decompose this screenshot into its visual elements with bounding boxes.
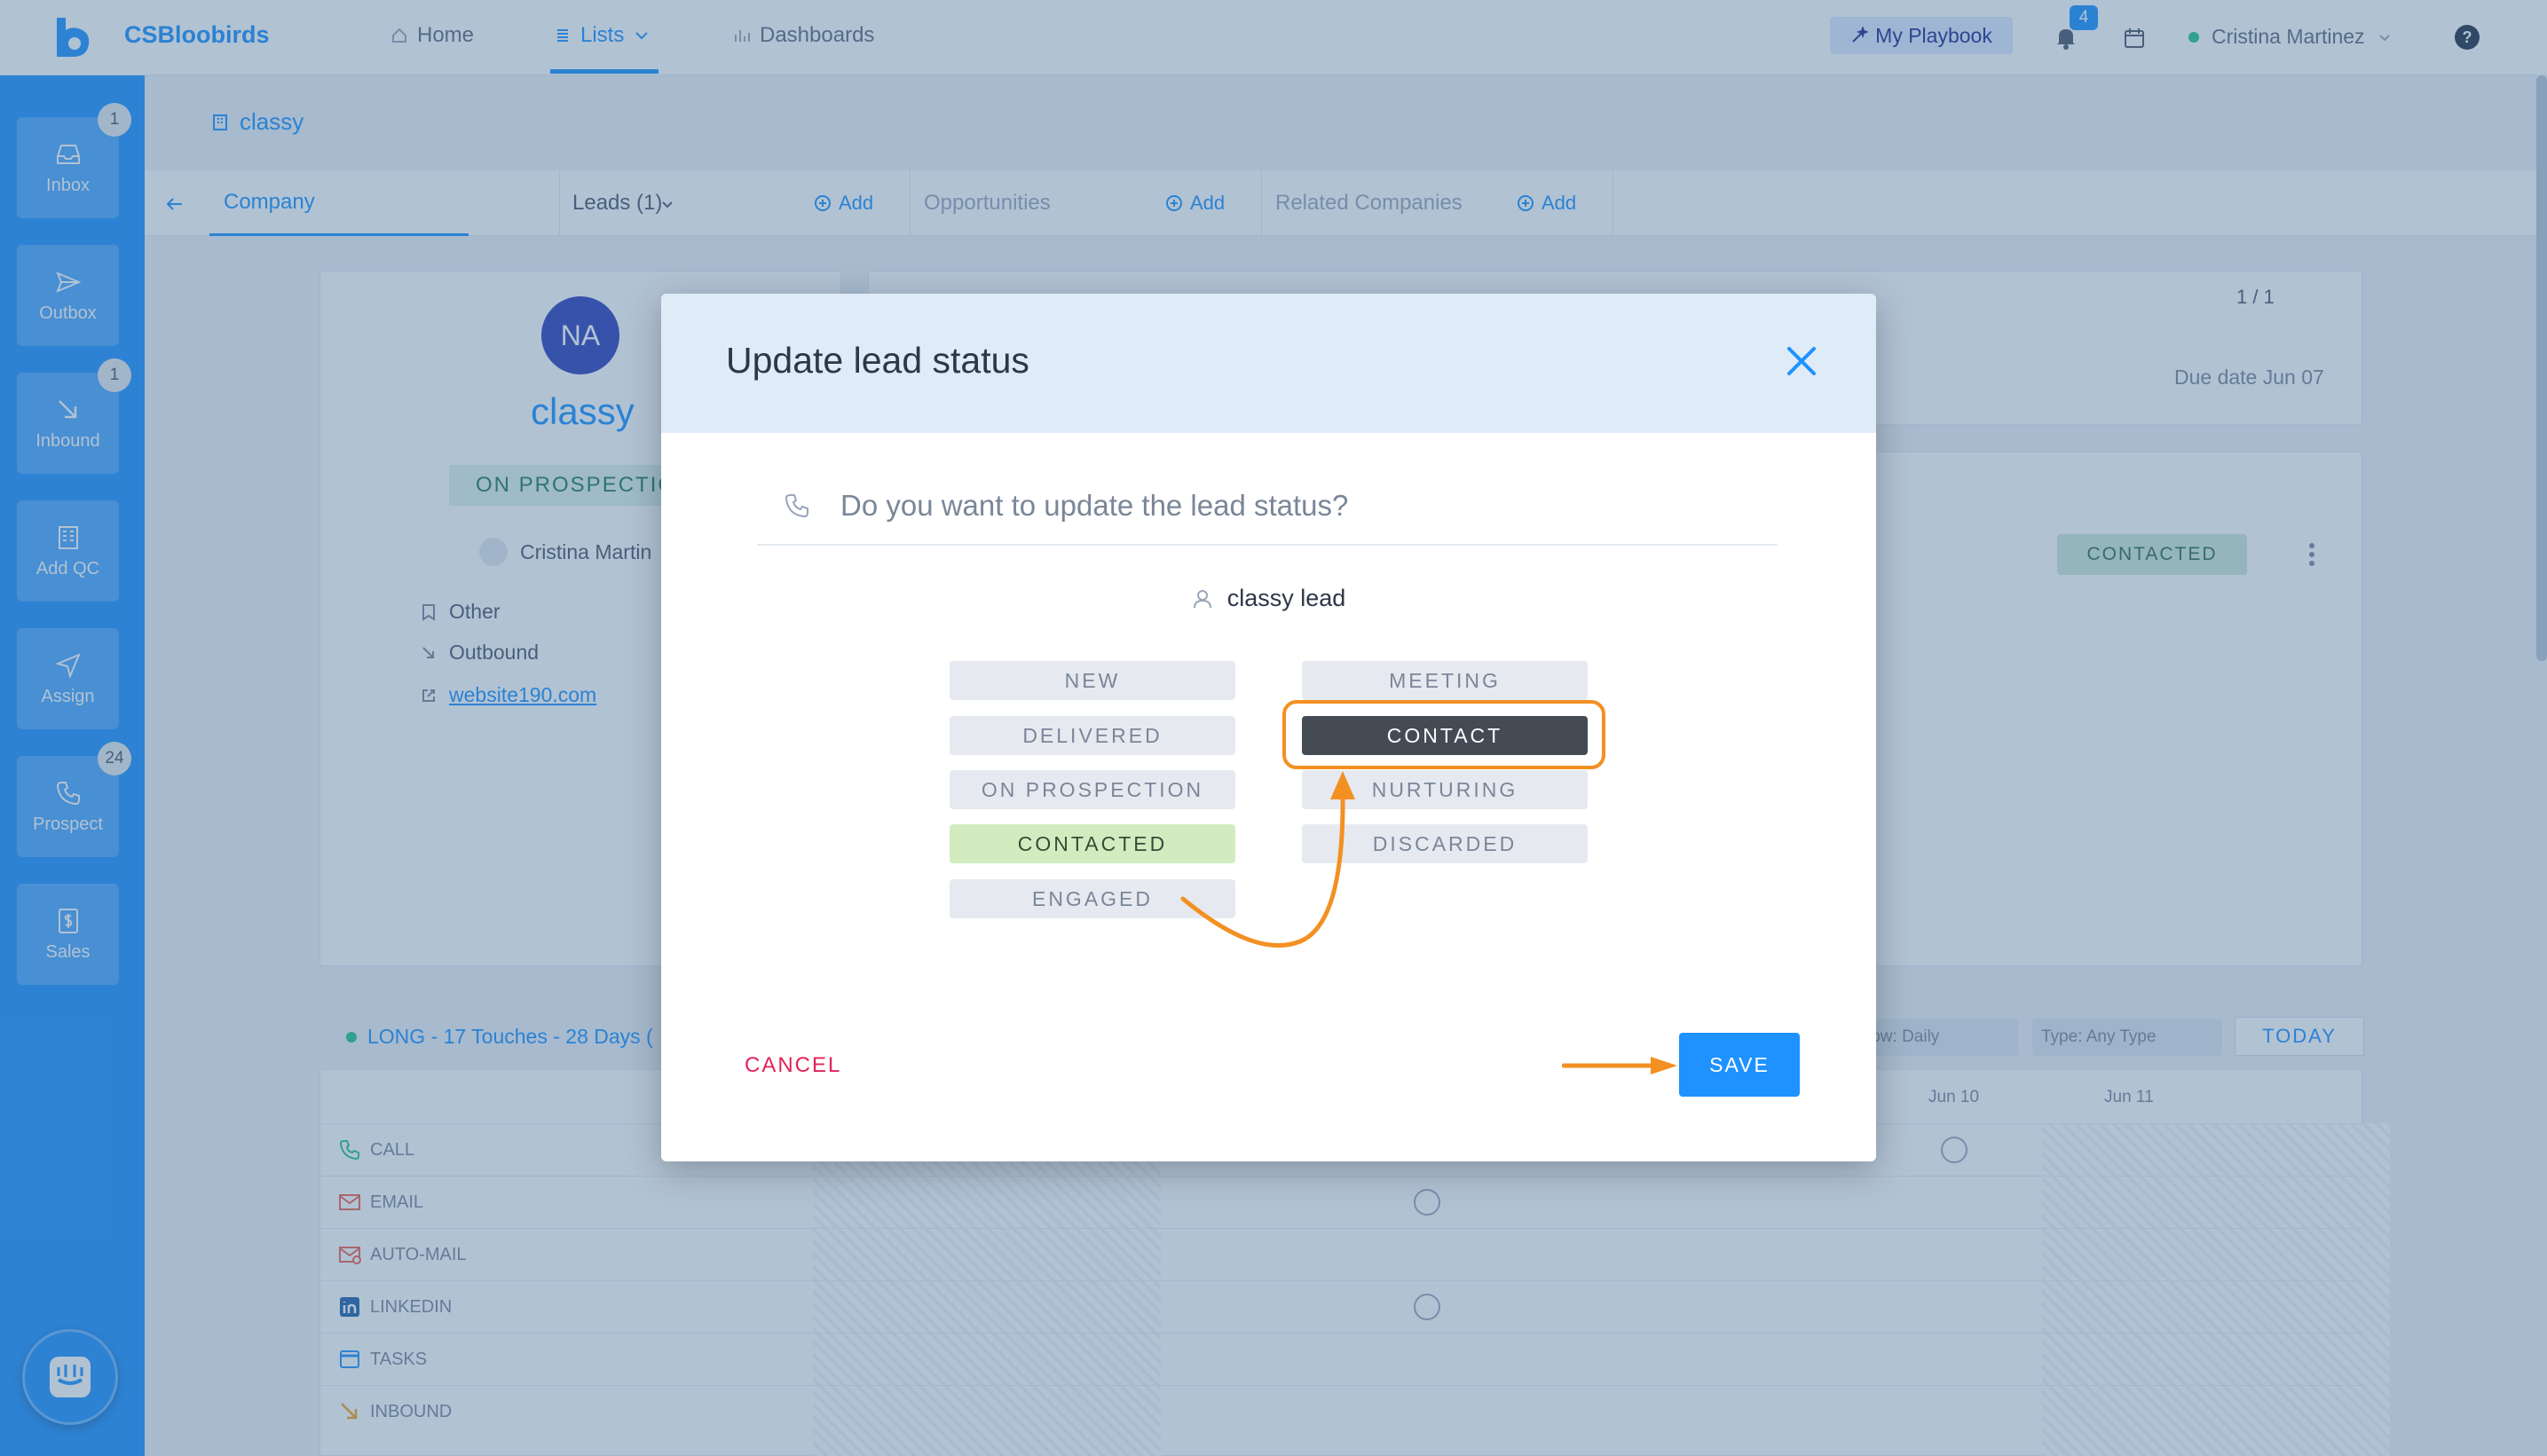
close-icon[interactable] <box>1784 343 1819 379</box>
question-text: Do you want to update the lead status? <box>840 489 1349 522</box>
annotation-arrow-right <box>1562 1057 1677 1074</box>
question-row: Do you want to update the lead status? <box>757 468 1778 546</box>
phone-icon <box>785 494 808 518</box>
save-button[interactable]: SAVE <box>1679 1033 1800 1097</box>
modal-header: Update lead status <box>661 294 1876 433</box>
lead-name: classy lead <box>1226 585 1346 611</box>
annotation-curved-arrow <box>1180 771 1355 948</box>
selection-highlight-outline <box>1282 700 1605 769</box>
user-icon <box>1193 589 1211 608</box>
status-option-meeting[interactable]: MEETING <box>1302 661 1588 700</box>
status-option-delivered[interactable]: DELIVERED <box>950 716 1235 755</box>
modal-title: Update lead status <box>726 340 1029 381</box>
lead-name-row: classy lead <box>661 585 1876 612</box>
status-option-new[interactable]: NEW <box>950 661 1235 700</box>
cancel-button[interactable]: CANCEL <box>745 1053 841 1078</box>
update-lead-status-modal: Update lead status Do you want to update… <box>661 294 1876 1161</box>
